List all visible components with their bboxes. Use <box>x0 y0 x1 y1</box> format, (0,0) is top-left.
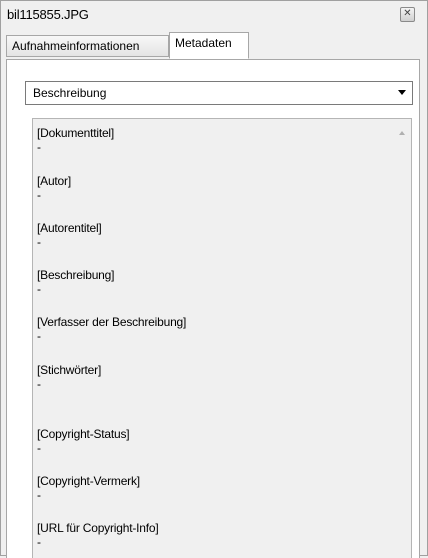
window-title: bil115855.JPG <box>7 7 89 22</box>
tab-aufnahmeinformationen[interactable]: Aufnahmeinformationen <box>6 35 169 57</box>
field-value: - <box>37 282 41 296</box>
field-value: - <box>37 140 41 154</box>
field-label: [Autorentitel] <box>37 221 102 235</box>
field-value: - <box>37 377 41 391</box>
field-label: [Dokumenttitel] <box>37 126 115 140</box>
field-value: - <box>37 329 41 343</box>
scroll-up-arrow-icon[interactable] <box>399 131 405 135</box>
field-label: [Verfasser der Beschreibung] <box>37 315 187 329</box>
list-item: [Autorentitel] - <box>37 221 102 248</box>
metadata-panel-window: bil115855.JPG ✕ Aufnahmeinformationen Me… <box>0 0 428 558</box>
field-value: - <box>37 441 41 455</box>
tab-label: Metadaten <box>175 36 232 50</box>
list-item: [Autor] - <box>37 174 71 201</box>
close-icon: ✕ <box>403 8 412 19</box>
field-label: [URL für Copyright-Info] <box>37 521 159 535</box>
list-item: [Copyright-Status] - <box>37 427 130 455</box>
field-value: - <box>37 188 41 202</box>
field-label: [Autor] <box>37 174 71 188</box>
list-item: [Dokumenttitel] - <box>37 126 114 153</box>
field-label: [Copyright-Vermerk] <box>37 474 140 488</box>
title-bar: bil115855.JPG ✕ <box>1 1 427 25</box>
tab-metadaten[interactable]: Metadaten <box>169 32 249 59</box>
list-item: [URL für Copyright-Info] - <box>37 521 159 549</box>
list-item: [Verfasser der Beschreibung] - <box>37 315 186 342</box>
field-value: - <box>37 235 41 249</box>
category-dropdown[interactable]: Beschreibung <box>25 81 413 105</box>
field-label: [Copyright-Status] <box>37 427 130 441</box>
dropdown-selected-value: Beschreibung <box>33 86 107 100</box>
field-label: [Stichwörter] <box>37 363 102 377</box>
list-item: [Beschreibung] - <box>37 268 114 295</box>
field-label: [Beschreibung] <box>37 268 115 282</box>
vertical-scrollbar[interactable] <box>394 119 411 558</box>
list-item: [Stichwörter] - <box>37 363 101 390</box>
close-button[interactable]: ✕ <box>400 7 415 22</box>
field-value: - <box>37 535 41 549</box>
list-item: [Copyright-Vermerk] - <box>37 474 140 501</box>
tab-label: Aufnahmeinformationen <box>12 39 140 53</box>
field-value: - <box>37 488 41 502</box>
chevron-down-icon <box>398 90 406 95</box>
metadata-field-list[interactable]: [Dokumenttitel] - [Autor] - [Autorentite… <box>32 118 412 558</box>
